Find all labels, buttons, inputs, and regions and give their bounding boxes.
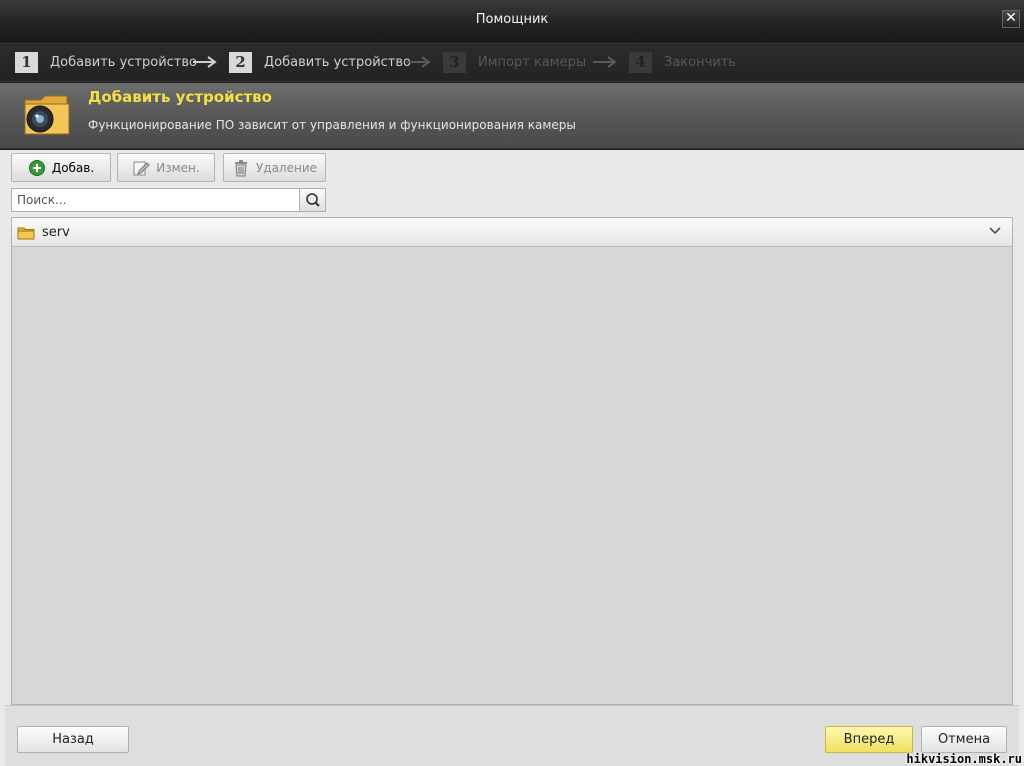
search-box: [11, 188, 326, 212]
device-tree: serv: [11, 217, 1013, 705]
page-title: Добавить устройство: [88, 88, 272, 106]
edit-icon: [133, 161, 150, 175]
step-3: 3 Импорт камеры: [443, 50, 586, 74]
step-label: Закончить: [664, 54, 736, 70]
step-number: 2: [229, 51, 252, 73]
step-4: 4 Закончить: [629, 50, 736, 74]
camera-folder-icon: [24, 95, 70, 135]
watermark-text: hikvision.msk.ru: [906, 752, 1022, 766]
footer-bar: Назад Вперед Отмена: [5, 705, 1019, 766]
step-arrow-icon: [407, 56, 431, 68]
wizard-steps: 1 Добавить устройство 2 Добавить устройс…: [0, 42, 1024, 82]
step-label: Импорт камеры: [478, 54, 587, 70]
search-icon: [306, 193, 320, 207]
page-subtitle: Функционирование ПО зависит от управлени…: [88, 118, 576, 132]
title-bar: Помощник ✕: [0, 0, 1024, 42]
tree-group-name: serv: [42, 225, 70, 240]
plus-circle-icon: [28, 159, 45, 176]
edit-button[interactable]: Измен.: [117, 153, 215, 182]
step-label: Добавить устройство: [50, 54, 197, 70]
folder-icon: [17, 227, 35, 240]
delete-button[interactable]: Удаление: [223, 153, 326, 182]
step-number: 1: [15, 51, 38, 73]
tree-group-row[interactable]: serv: [12, 218, 1012, 247]
page-header: Добавить устройство Функционирование ПО …: [0, 83, 1024, 149]
delete-button-label: Удаление: [255, 160, 318, 175]
chevron-down-icon[interactable]: [988, 226, 1002, 236]
search-button[interactable]: [299, 189, 325, 211]
step-number: 4: [629, 51, 652, 73]
search-input[interactable]: [12, 189, 300, 211]
add-button[interactable]: Добав.: [11, 153, 111, 182]
main-content: Добав. Измен. Удаление Поиск... serv Наз…: [0, 150, 1024, 766]
next-button[interactable]: Вперед: [825, 726, 913, 753]
trash-icon: [234, 159, 247, 176]
window-title: Помощник: [475, 12, 549, 27]
close-icon: ✕: [1005, 10, 1017, 26]
cancel-button[interactable]: Отмена: [921, 726, 1007, 753]
step-1: 1 Добавить устройство: [15, 50, 197, 74]
edit-button-label: Измен.: [156, 160, 200, 175]
close-button[interactable]: ✕: [1002, 10, 1020, 28]
step-label: Добавить устройство: [264, 54, 411, 70]
back-button[interactable]: Назад: [17, 726, 129, 753]
step-2: 2 Добавить устройство: [229, 50, 411, 74]
step-arrow-icon: [593, 56, 617, 68]
step-number: 3: [443, 51, 466, 73]
step-arrow-icon: [193, 56, 217, 68]
add-button-label: Добав.: [51, 160, 95, 175]
